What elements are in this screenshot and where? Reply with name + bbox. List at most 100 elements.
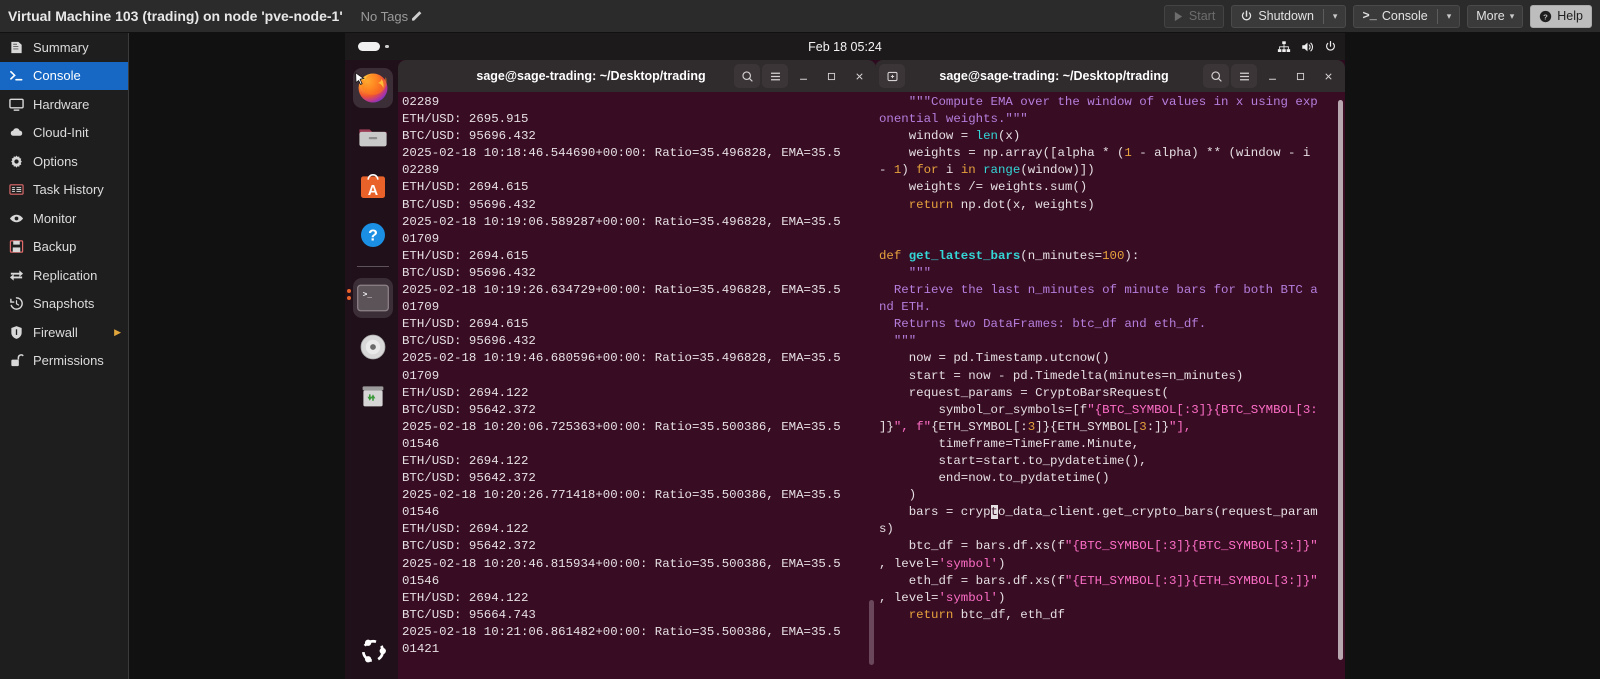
chevron-down-icon[interactable]: ▾ <box>1333 11 1338 22</box>
search-icon[interactable] <box>734 64 760 88</box>
terminal-window-right[interactable]: sage@sage-trading: ~/Desktop/trading """… <box>875 60 1345 679</box>
dock-item-firefox[interactable] <box>353 68 393 108</box>
dock-item-software-store[interactable]: A <box>353 166 393 206</box>
svg-text:>_: >_ <box>363 291 373 299</box>
sidebar-item-console[interactable]: Console <box>0 61 128 90</box>
terminal-icon <box>9 68 24 83</box>
sidebar-item-snapshots[interactable]: Snapshots <box>0 290 128 319</box>
start-button[interactable]: Start <box>1163 4 1225 28</box>
console-button-label: Console <box>1381 9 1428 23</box>
terminal-line: BTC/USD: 95696.432 <box>402 197 536 212</box>
terminal-window-left[interactable]: sage@sage-trading: ~/Desktop/trading 022… <box>398 60 876 679</box>
console-button[interactable]: >_ Console ▾ <box>1353 4 1461 28</box>
sidebar-item-permissions[interactable]: Permissions <box>0 347 128 376</box>
sidebar-item-label: Summary <box>33 39 89 55</box>
terminal-line: 2025-02-18 10:19:26.634729+00:00: Ratio=… <box>402 283 841 298</box>
code-line: timeframe=TimeFrame.Minute, <box>879 436 1140 451</box>
novnc-console[interactable]: Feb 18 05:24 A ? >_ sage@sage-trading: ~… <box>129 33 1600 679</box>
tags-label: No Tags <box>360 8 409 24</box>
shutdown-button[interactable]: Shutdown ▾ <box>1231 4 1347 28</box>
code-line: request_params = CryptoBarsRequest( <box>879 385 1169 400</box>
more-button[interactable]: More ▾ <box>1467 4 1524 28</box>
sidebar-item-label: Hardware <box>33 96 90 112</box>
chevron-down-icon: ▾ <box>1509 10 1515 21</box>
terminal-line: 2025-02-18 10:19:46.680596+00:00: Ratio=… <box>402 351 841 366</box>
terminal-scrollbar-right[interactable] <box>1338 100 1343 660</box>
sidebar-item-hardware[interactable]: Hardware <box>0 90 128 119</box>
minimize-icon[interactable] <box>790 64 816 88</box>
network-icon <box>1277 40 1291 52</box>
tags-editor[interactable]: No Tags <box>361 9 423 24</box>
terminal-icon: >_ <box>1362 9 1377 23</box>
sidebar-item-replication[interactable]: Replication <box>0 261 128 290</box>
replication-icon <box>9 268 24 283</box>
terminal-line: 01709 <box>402 368 440 383</box>
menu-icon[interactable] <box>1231 64 1257 88</box>
terminal-line: BTC/USD: 95642.372 <box>402 539 536 554</box>
software-store-icon: A <box>361 174 385 199</box>
minimize-icon[interactable] <box>1259 64 1285 88</box>
maximize-icon[interactable] <box>818 64 844 88</box>
code-line: return btc_df, eth_df <box>908 607 1065 622</box>
terminal-output-left[interactable]: 02289 ETH/USD: 2695.915 BTC/USD: 95696.432… <box>398 92 876 658</box>
maximize-icon[interactable] <box>1287 64 1313 88</box>
code-line: start = now - pd.Timedelta(minutes=n_min… <box>879 368 1244 383</box>
sidebar-item-summary[interactable]: Summary <box>0 33 128 62</box>
terminal-line: ETH/USD: 2694.122 <box>402 522 529 537</box>
vim-editor-buffer[interactable]: """Compute EMA over the window of values… <box>875 92 1345 624</box>
code-line: , level='symbol') <box>879 590 1006 605</box>
code-line: , level='symbol') <box>879 556 1006 571</box>
app-grid-button[interactable] <box>358 636 388 671</box>
sidebar-item-task-history[interactable]: Task History <box>0 176 128 205</box>
cloud-icon <box>9 125 24 140</box>
code-line: def get_latest_bars(n_minutes=100): <box>879 248 1140 263</box>
terminal-line: 02289 <box>402 95 440 109</box>
workspace-pill-icon <box>358 42 380 51</box>
divider <box>1322 8 1324 24</box>
dock-item-files[interactable] <box>353 117 393 157</box>
help-button[interactable]: ? Help <box>1530 4 1592 28</box>
menu-icon[interactable] <box>762 64 788 88</box>
sidebar-item-options[interactable]: Options <box>0 147 128 176</box>
question-circle-icon: ? <box>1540 10 1552 22</box>
close-icon[interactable] <box>846 64 872 88</box>
sidebar-item-label: Permissions <box>33 353 104 369</box>
sidebar-item-label: Console <box>33 68 81 84</box>
dock-item-disk[interactable] <box>353 327 393 367</box>
divider <box>1436 8 1438 24</box>
clock[interactable]: Feb 18 05:24 <box>808 40 882 54</box>
dock-item-terminal[interactable]: >_ <box>347 278 393 318</box>
power-icon <box>1242 9 1252 20</box>
sidebar-item-backup[interactable]: Backup <box>0 233 128 262</box>
terminal-titlebar-left[interactable]: sage@sage-trading: ~/Desktop/trading <box>398 60 876 92</box>
sidebar-item-monitor[interactable]: Monitor <box>0 204 128 233</box>
svg-text:A: A <box>368 183 379 199</box>
dock-item-help[interactable]: ? <box>353 215 393 255</box>
terminal-line: 01421 <box>402 642 440 656</box>
help-icon: ? <box>361 223 385 247</box>
terminal-title-right: sage@sage-trading: ~/Desktop/trading <box>939 69 1169 83</box>
system-tray[interactable] <box>1277 40 1337 54</box>
chevron-down-icon[interactable]: ▾ <box>1447 11 1452 22</box>
terminal-icon: >_ <box>357 284 389 312</box>
gear-icon <box>9 154 24 169</box>
terminal-line: 2025-02-18 10:19:06.589287+00:00: Ratio=… <box>402 214 841 229</box>
close-icon[interactable] <box>1315 64 1341 88</box>
terminal-line: BTC/USD: 95696.432 <box>402 265 536 280</box>
dock-item-trash[interactable] <box>353 376 393 416</box>
terminal-line: 01546 <box>402 573 440 588</box>
code-line: """ <box>879 265 932 280</box>
sidebar-item-cloud-init[interactable]: Cloud-Init <box>0 119 128 148</box>
terminal-line: 01546 <box>402 436 440 451</box>
power-icon <box>1326 41 1335 51</box>
new-tab-icon[interactable] <box>879 64 905 88</box>
terminal-titlebar-right[interactable]: sage@sage-trading: ~/Desktop/trading <box>875 60 1345 92</box>
guest-desktop[interactable]: Feb 18 05:24 A ? >_ sage@sage-trading: ~… <box>345 33 1345 679</box>
sidebar-item-label: Snapshots <box>33 296 95 312</box>
activities-button[interactable] <box>358 42 389 51</box>
sidebar-item-firewall[interactable]: Firewall ▶ <box>0 318 128 347</box>
terminal-scrollbar-left[interactable] <box>869 600 874 665</box>
search-icon[interactable] <box>1203 64 1229 88</box>
